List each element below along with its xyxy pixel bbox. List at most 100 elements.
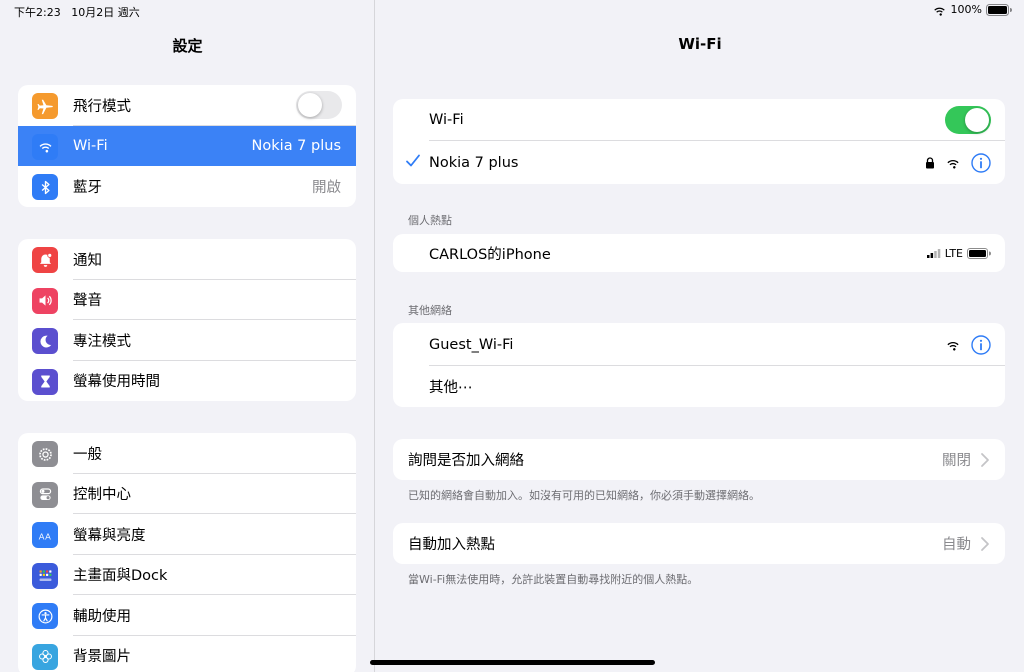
- sidebar-title: 設定: [172, 37, 203, 55]
- hotspot-name: CARLOS的iPhone: [429, 246, 551, 263]
- wifi-toggle[interactable]: [945, 106, 991, 134]
- sidebar-item-screen-time[interactable]: 螢幕使用時間: [18, 361, 356, 402]
- ask-to-join-row[interactable]: 詢問是否加入網絡 關閉: [393, 439, 1005, 480]
- sidebar-item-label: 聲音: [73, 293, 102, 310]
- other-networks-header: 其他網絡: [408, 304, 452, 317]
- accessibility-icon: [32, 603, 58, 629]
- ask-to-join-value: 關閉: [942, 453, 971, 469]
- hotspot-row[interactable]: CARLOS的iPhone LTE: [393, 234, 1005, 272]
- info-icon[interactable]: [971, 334, 991, 355]
- switches-icon: [32, 481, 58, 508]
- battery-percent: 100%: [950, 3, 982, 16]
- sidebar-item-control-center[interactable]: 控制中心: [18, 474, 356, 514]
- network-indicators: [925, 141, 991, 184]
- bell-icon: [32, 247, 58, 273]
- other-networks-card: Guest_Wi-Fi 其他⋯: [393, 323, 1005, 407]
- ask-to-join-footnote: 已知的網絡會自動加入。如沒有可用的已知網絡，你必須手動選擇網絡。: [408, 489, 760, 502]
- sidebar-item-label: 專注模式: [73, 333, 131, 350]
- auto-hotspot-card: 自動加入熱點 自動: [393, 523, 1005, 564]
- sidebar-item-general[interactable]: 一般: [18, 433, 356, 474]
- wifi-toggle-row: Wi-Fi: [393, 99, 1005, 141]
- speaker-icon: [32, 287, 58, 314]
- wifi-icon: [32, 133, 58, 160]
- sidebar-item-display[interactable]: AA 螢幕與亮度: [18, 514, 356, 555]
- airplane-mode-toggle[interactable]: [296, 91, 342, 119]
- network-indicators: [945, 323, 991, 366]
- airplane-icon: [32, 93, 58, 119]
- text-size-icon: AA: [32, 522, 58, 548]
- wifi-label: Wi-Fi: [429, 112, 464, 128]
- connected-network-row[interactable]: Nokia 7 plus: [393, 141, 1005, 184]
- sidebar-item-label: 控制中心: [73, 487, 131, 504]
- sidebar-item-value: 開啟: [312, 179, 341, 196]
- sidebar-item-label: 通知: [73, 252, 102, 269]
- auto-hotspot-value: 自動: [942, 537, 971, 553]
- cellular-signal-icon: [926, 248, 941, 258]
- sidebar-item-label: 藍牙: [73, 179, 102, 196]
- svg-text:A: A: [45, 531, 51, 541]
- sidebar-item-airplane-mode[interactable]: 飛行模式: [18, 85, 356, 126]
- hotspot-section-header: 個人熱點: [408, 214, 452, 227]
- status-bar-left: 下午2:23 10月2日 週六: [14, 4, 147, 20]
- auto-hotspot-label: 自動加入熱點: [408, 537, 495, 553]
- status-time: 下午2:23: [14, 6, 61, 19]
- battery-icon: [986, 3, 1012, 16]
- sidebar-item-label: Wi-Fi: [73, 137, 108, 154]
- settings-sidebar: 下午2:23 10月2日 週六 設定 飛行模式 Wi-Fi Nokia 7 pl…: [0, 0, 375, 672]
- chevron-right-icon: [981, 453, 989, 467]
- network-row-guest[interactable]: Guest_Wi-Fi: [393, 323, 1005, 366]
- sidebar-item-focus[interactable]: 專注模式: [18, 320, 356, 361]
- app-grid-icon: [32, 562, 58, 589]
- network-row-other[interactable]: 其他⋯: [393, 366, 1005, 407]
- home-indicator[interactable]: [370, 660, 655, 665]
- toggle-knob: [298, 93, 322, 117]
- sidebar-item-label: 一般: [73, 446, 102, 463]
- sidebar-item-label: 飛行模式: [73, 98, 131, 115]
- sidebar-item-home-screen[interactable]: 主畫面與Dock: [18, 555, 356, 595]
- ask-to-join-card: 詢問是否加入網絡 關閉: [393, 439, 1005, 480]
- connected-network-name: Nokia 7 plus: [429, 154, 519, 171]
- checkmark-icon: [406, 154, 420, 167]
- sidebar-item-label: 螢幕使用時間: [73, 374, 160, 391]
- wifi-signal-icon: [947, 159, 959, 169]
- status-bar-right: 100%: [932, 3, 1012, 16]
- page-title: Wi-Fi: [678, 35, 722, 53]
- sidebar-item-label: 螢幕與亮度: [73, 527, 146, 544]
- hotspot-network-type: LTE: [944, 246, 963, 260]
- sidebar-item-wallpaper[interactable]: 背景圖片: [18, 636, 356, 672]
- auto-hotspot-row[interactable]: 自動加入熱點 自動: [393, 523, 1005, 564]
- bluetooth-icon: [32, 174, 58, 200]
- notifications-group: 通知 聲音 專注模式 螢幕使用時間: [18, 239, 356, 401]
- sidebar-item-notifications[interactable]: 通知: [18, 239, 356, 280]
- sidebar-item-sounds[interactable]: 聲音: [18, 280, 356, 320]
- sidebar-item-label: 輔助使用: [73, 608, 131, 625]
- hotspot-indicators: LTE: [926, 234, 991, 272]
- general-group: 一般 控制中心 AA 螢幕與亮度 主畫面與Dock 輔助使用 背景圖片: [18, 433, 356, 672]
- hotspot-card: CARLOS的iPhone LTE: [393, 234, 1005, 272]
- gear-icon: [32, 441, 58, 467]
- wifi-card: Wi-Fi Nokia 7 plus: [393, 99, 1005, 184]
- hourglass-icon: [32, 368, 58, 395]
- sidebar-item-accessibility[interactable]: 輔助使用: [18, 595, 356, 636]
- moon-icon: [32, 328, 58, 354]
- sidebar-item-wifi[interactable]: Wi-Fi Nokia 7 plus: [18, 125, 356, 166]
- sidebar-item-label: 主畫面與Dock: [73, 568, 168, 585]
- flower-icon: [32, 643, 58, 670]
- wifi-status-icon: [933, 7, 945, 16]
- network-name: 其他⋯: [429, 380, 473, 396]
- toggle-knob: [965, 108, 989, 132]
- network-name: Guest_Wi-Fi: [429, 336, 514, 353]
- battery-icon: [967, 247, 991, 259]
- chevron-right-icon: [981, 537, 989, 551]
- sidebar-item-bluetooth[interactable]: 藍牙 開啟: [18, 166, 356, 207]
- wifi-signal-icon: [947, 341, 959, 351]
- svg-text:A: A: [38, 531, 44, 541]
- connectivity-group: 飛行模式 Wi-Fi Nokia 7 plus 藍牙 開啟: [18, 85, 356, 207]
- status-date: 10月2日 週六: [71, 6, 140, 19]
- ask-to-join-label: 詢問是否加入網絡: [408, 453, 524, 469]
- info-icon[interactable]: [971, 152, 991, 173]
- sidebar-item-label: 背景圖片: [73, 649, 131, 666]
- auto-hotspot-footnote: 當Wi-Fi無法使用時，允許此裝置自動尋找附近的個人熱點。: [408, 573, 699, 586]
- lock-icon: [926, 156, 934, 168]
- sidebar-item-value: Nokia 7 plus: [251, 137, 341, 154]
